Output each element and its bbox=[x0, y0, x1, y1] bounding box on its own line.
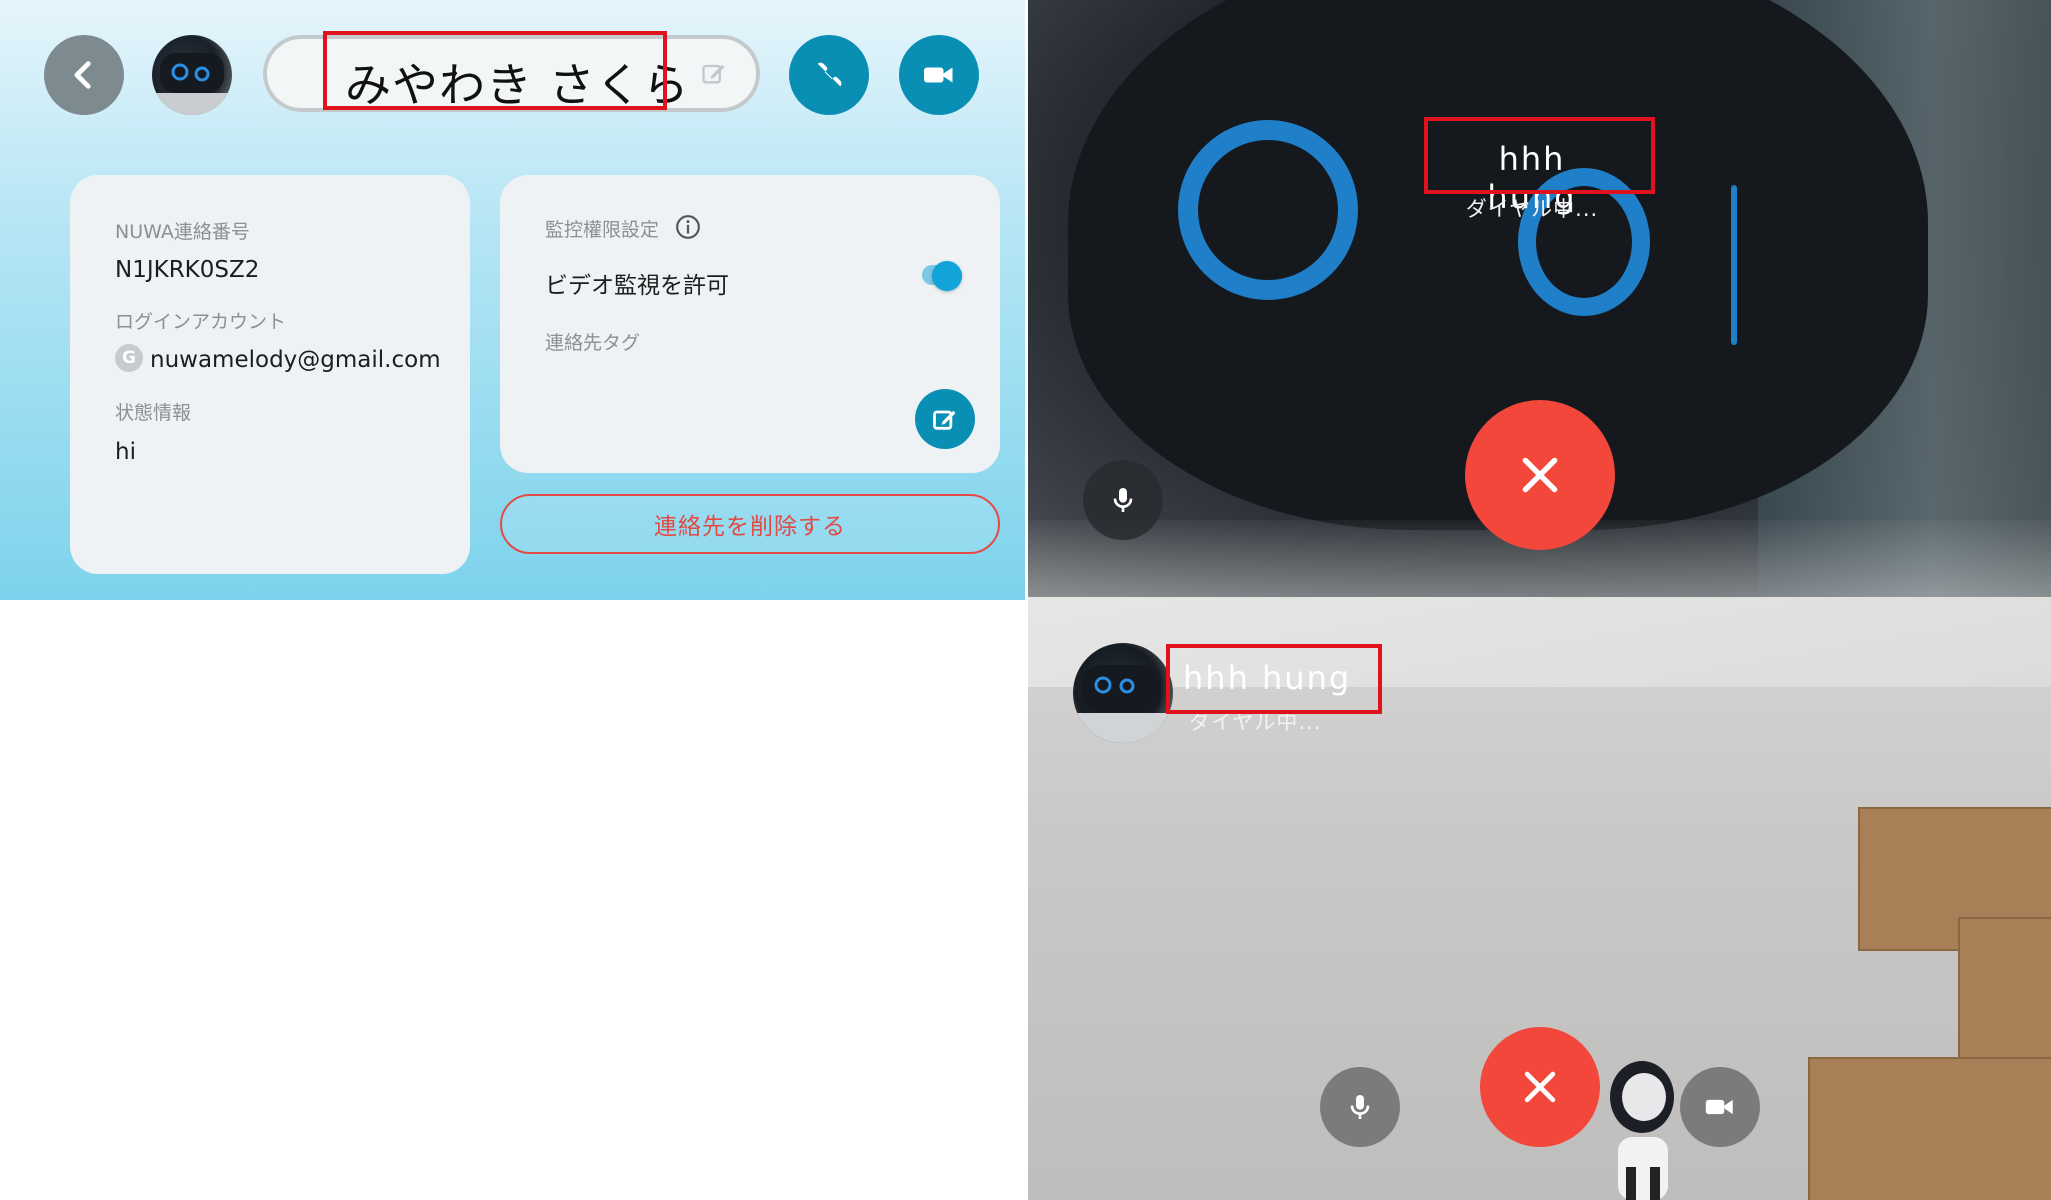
chevron-left-icon bbox=[74, 61, 91, 89]
login-account-value: nuwamelody@gmail.com bbox=[150, 347, 441, 373]
toggle-knob bbox=[932, 261, 962, 291]
delete-contact-button[interactable]: 連絡先を削除する bbox=[500, 494, 1000, 554]
nuwa-id-value: N1JKRK0SZ2 bbox=[115, 257, 260, 283]
hang-up-button[interactable] bbox=[1480, 1027, 1600, 1147]
call-status: ダイヤル中... bbox=[1465, 197, 1599, 221]
status-value: hi bbox=[115, 439, 136, 465]
contact-tag-label: 連絡先タグ bbox=[545, 332, 641, 354]
highlight-box bbox=[1424, 117, 1655, 194]
google-icon: G bbox=[115, 344, 143, 372]
edit-tags-button[interactable] bbox=[915, 389, 975, 449]
close-icon bbox=[1524, 1071, 1556, 1103]
mute-microphone-button[interactable] bbox=[1320, 1067, 1400, 1147]
microphone-icon bbox=[1113, 488, 1133, 512]
voice-call-button[interactable] bbox=[789, 35, 869, 115]
microphone-icon bbox=[1350, 1095, 1370, 1119]
nuwa-id-label: NUWA連絡番号 bbox=[115, 221, 250, 243]
video-camera-icon bbox=[924, 67, 953, 83]
phone-icon bbox=[817, 62, 842, 87]
video-call-button[interactable] bbox=[899, 35, 979, 115]
mute-microphone-button[interactable] bbox=[1083, 460, 1163, 540]
cardboard-box bbox=[1958, 917, 2051, 1071]
edit-icon bbox=[933, 410, 956, 430]
toggle-camera-button[interactable] bbox=[1680, 1067, 1760, 1147]
permission-section-title: 監控權限設定 bbox=[545, 219, 660, 241]
edit-icon[interactable] bbox=[700, 59, 728, 91]
caller-avatar bbox=[1073, 643, 1173, 743]
video-camera-icon bbox=[1705, 1099, 1733, 1115]
hang-up-button[interactable] bbox=[1465, 400, 1615, 550]
cardboard-box bbox=[1808, 1057, 2051, 1200]
robot-light-bar bbox=[1731, 185, 1737, 345]
contact-avatar bbox=[152, 35, 232, 115]
highlight-box bbox=[323, 31, 667, 110]
info-icon[interactable] bbox=[675, 214, 701, 244]
video-monitor-label: ビデオ監視を許可 bbox=[545, 273, 729, 299]
contact-info-card: NUWA連絡番号 N1JKRK0SZ2 ログインアカウント G nuwamelo… bbox=[70, 175, 470, 574]
back-button[interactable] bbox=[44, 35, 124, 115]
permission-card: 監控權限設定 ビデオ監視を許可 連絡先タグ bbox=[500, 175, 1000, 473]
robot-eye-left bbox=[1178, 120, 1358, 300]
robot-figure bbox=[1598, 1057, 1678, 1200]
login-account-label: ログインアカウント bbox=[115, 311, 287, 333]
close-icon bbox=[1522, 457, 1558, 493]
highlight-box bbox=[1166, 644, 1382, 714]
status-label: 状態情報 bbox=[115, 402, 192, 424]
